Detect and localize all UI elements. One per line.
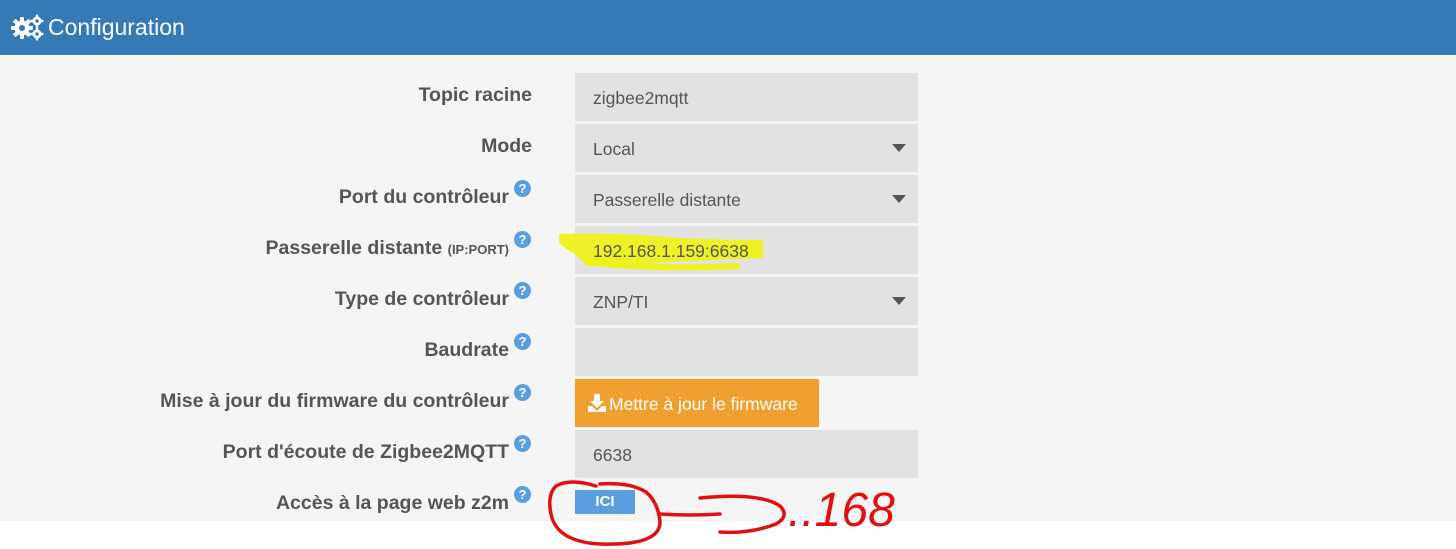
label-port-controleur: Port du contrôleur <box>338 186 509 208</box>
row-port-controleur: Port du contrôleur ? Passerelle distante <box>0 175 1456 223</box>
annotation-text: ..168 <box>788 484 895 537</box>
row-port-ecoute: Port d'écoute de Zigbee2MQTT ? 6638 <box>0 430 1456 478</box>
row-mode: Mode Local <box>0 124 1456 172</box>
type-controleur-value: ZNP/TI <box>593 292 649 312</box>
port-controleur-select[interactable]: Passerelle distante <box>575 175 918 223</box>
help-icon[interactable]: ? <box>514 231 531 248</box>
help-icon[interactable]: ? <box>514 282 531 299</box>
help-icon[interactable]: ? <box>514 435 531 452</box>
help-icon[interactable]: ? <box>514 486 531 503</box>
label-mode: Mode <box>481 135 532 157</box>
config-header: Configuration <box>0 0 1456 55</box>
page-title: Configuration <box>48 14 185 40</box>
red-annotation: ..168 <box>548 480 895 546</box>
baudrate-input[interactable] <box>575 328 918 376</box>
label-acces-web: Accès à la page web z2m <box>275 492 509 514</box>
topic-racine-input[interactable]: zigbee2mqtt <box>575 73 918 121</box>
chevron-down-icon <box>892 144 906 152</box>
port-controleur-value: Passerelle distante <box>593 190 741 210</box>
gears-icon <box>11 14 44 41</box>
label-firmware: Mise à jour du firmware du contrôleur <box>160 390 509 412</box>
help-icon[interactable]: ? <box>514 333 531 350</box>
label-passerelle-suffix: (IP:PORT) <box>447 242 509 257</box>
label-topic-racine: Topic racine <box>418 84 532 106</box>
label-passerelle-text: Passerelle distante <box>265 237 443 259</box>
chevron-down-icon <box>892 297 906 305</box>
help-icon[interactable]: ? <box>514 384 531 401</box>
highlighter-mark <box>559 233 763 271</box>
help-icon[interactable]: ? <box>514 180 531 197</box>
row-topic-racine: Topic racine zigbee2mqtt <box>0 73 1456 121</box>
download-icon <box>588 394 606 413</box>
chevron-down-icon <box>892 195 906 203</box>
row-baudrate: Baudrate ? <box>0 328 1456 376</box>
row-firmware: Mise à jour du firmware du contrôleur ? … <box>0 379 1456 427</box>
row-type-controleur: Type de contrôleur ? ZNP/TI <box>0 277 1456 325</box>
mode-select[interactable]: Local <box>575 124 918 172</box>
update-firmware-label: Mettre à jour le firmware <box>609 394 798 414</box>
update-firmware-button[interactable]: Mettre à jour le firmware <box>575 379 819 427</box>
label-port-ecoute: Port d'écoute de Zigbee2MQTT <box>222 441 509 463</box>
type-controleur-select[interactable]: ZNP/TI <box>575 277 918 325</box>
label-baudrate: Baudrate <box>424 339 509 361</box>
port-ecoute-input[interactable]: 6638 <box>575 430 918 478</box>
label-passerelle-distante: Passerelle distante (IP:PORT) <box>266 236 510 262</box>
label-type-controleur: Type de contrôleur <box>334 288 509 310</box>
mode-select-value: Local <box>593 139 635 159</box>
